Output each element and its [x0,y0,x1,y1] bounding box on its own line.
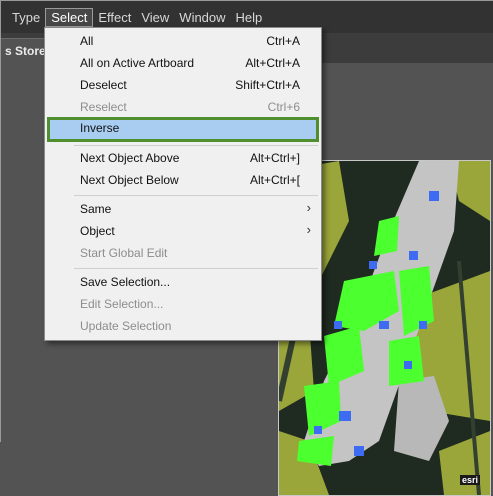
select-dropdown-menu: All Ctrl+A All on Active Artboard Alt+Ct… [44,27,322,341]
menu-item-shortcut: Alt+Ctrl+[ [249,173,300,187]
menu-effect[interactable]: Effect [93,9,136,26]
menu-item-all-on-active-artboard[interactable]: All on Active Artboard Alt+Ctrl+A [45,53,321,75]
menu-help[interactable]: Help [231,9,268,26]
menu-item-label: Start Global Edit [80,246,168,260]
submenu-arrow-icon: › [306,222,311,237]
menu-item-edit-selection: Edit Selection... [45,294,321,316]
menu-item-same[interactable]: Same › [45,199,321,221]
menu-item-label: Edit Selection... [80,297,164,311]
menu-item-inverse[interactable]: Inverse [47,117,319,142]
menu-item-label: Inverse [80,121,120,135]
menu-item-shortcut: Shift+Ctrl+A [235,78,300,92]
menu-item-all[interactable]: All Ctrl+A [45,31,321,53]
menu-item-label: All on Active Artboard [80,56,195,70]
menu-item-label: Deselect [80,78,127,92]
menu-item-start-global-edit: Start Global Edit [45,243,321,265]
menu-item-object[interactable]: Object › [45,221,321,243]
menu-item-label: Next Object Below [80,173,179,187]
menu-window[interactable]: Window [174,9,230,26]
menu-item-reselect: Reselect Ctrl+6 [45,97,321,119]
menu-item-label: All [80,34,94,48]
menu-item-label: Next Object Above [80,151,180,165]
menu-separator [74,145,318,146]
menu-item-label: Same [80,202,112,216]
menu-item-label: Reselect [80,100,127,114]
menu-item-deselect[interactable]: Deselect Shift+Ctrl+A [45,75,321,97]
menu-type[interactable]: Type [7,9,45,26]
menu-item-next-object-above[interactable]: Next Object Above Alt+Ctrl+] [45,148,321,170]
menu-item-shortcut: Alt+Ctrl+] [249,151,300,165]
submenu-arrow-icon: › [306,200,311,215]
esri-watermark: esri [459,475,480,485]
menu-item-label: Update Selection [80,319,172,333]
menu-item-shortcut: Ctrl+6 [267,100,300,114]
menu-separator [74,195,318,196]
menu-item-shortcut: Alt+Ctrl+A [245,56,300,70]
menu-item-label: Object [80,224,115,238]
menu-view[interactable]: View [136,9,174,26]
menu-item-update-selection: Update Selection [45,316,321,338]
menu-item-next-object-below[interactable]: Next Object Below Alt+Ctrl+[ [45,170,321,192]
menu-item-shortcut: Ctrl+A [266,34,300,48]
menu-item-save-selection[interactable]: Save Selection... [45,272,321,294]
menu-item-label: Save Selection... [80,275,171,289]
menu-select[interactable]: Select [45,7,94,27]
menu-separator [74,268,318,269]
